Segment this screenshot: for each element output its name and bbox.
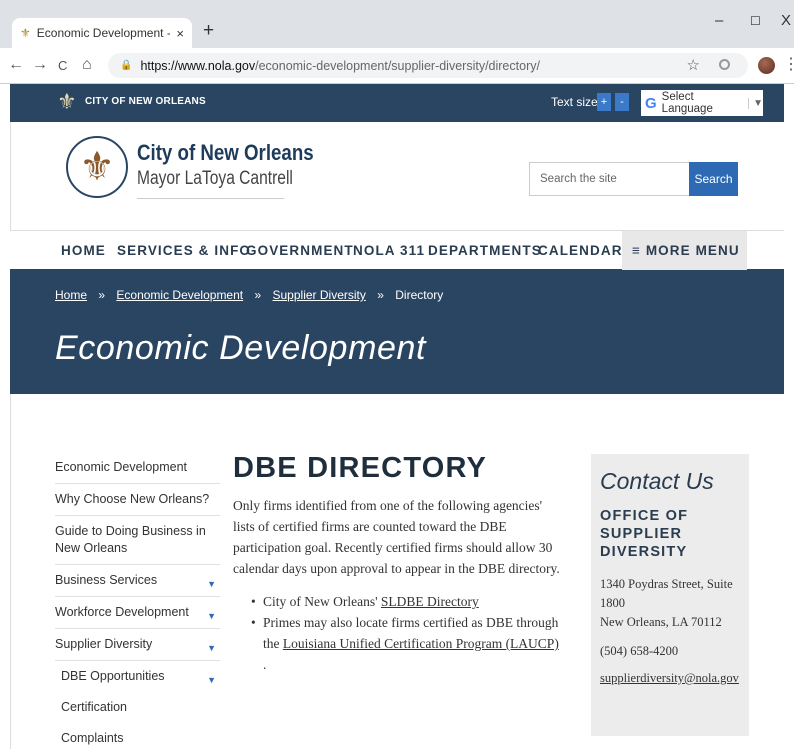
nav-nola-311[interactable]: NOLA 311 xyxy=(353,243,425,258)
site-title[interactable]: City of New Orleans xyxy=(137,140,314,166)
city-seal-logo[interactable]: ⚜ xyxy=(66,136,128,198)
chevron-down-icon[interactable]: ▼ xyxy=(207,640,216,657)
chevron-down-icon[interactable]: ▼ xyxy=(207,672,216,689)
sidebar-item-label: DBE Opportunities xyxy=(61,669,165,683)
content-heading: DBE DIRECTORY xyxy=(233,452,488,484)
more-menu-button[interactable]: ≡ MORE MENU xyxy=(622,231,747,270)
address-line-1: 1340 Poydras Street, Suite 1800 xyxy=(600,577,733,610)
phone-number[interactable]: (504) 658-4200 xyxy=(600,642,740,661)
text-size-decrease-button[interactable]: - xyxy=(615,93,629,111)
search-button[interactable]: Search xyxy=(689,162,738,196)
sidebar-item-label: Certification xyxy=(61,700,127,714)
bullet-text: City of New Orleans' xyxy=(263,594,381,609)
nav-home[interactable]: HOME xyxy=(61,243,106,258)
fleur-de-lis-favicon-icon: ⚜ xyxy=(20,26,31,40)
nav-calendar[interactable]: CALENDAR xyxy=(538,243,623,258)
site-top-bar: ⚜ CITY OF NEW ORLEANS Text size + - G Se… xyxy=(10,84,784,122)
breadcrumb-current: Directory xyxy=(395,288,444,302)
home-icon[interactable]: ⌂ xyxy=(82,56,92,74)
content-area: Economic Development Why Choose New Orle… xyxy=(10,394,784,749)
site-header: ⚜ City of New Orleans Mayor LaToya Cantr… xyxy=(10,122,784,230)
sidebar-item-economic-development[interactable]: Economic Development xyxy=(55,452,220,484)
sidebar-item-business-services[interactable]: Business Services ▼ xyxy=(55,565,220,597)
bookmark-star-icon[interactable]: ☆ xyxy=(687,56,700,74)
chevron-down-icon[interactable]: ▼ xyxy=(207,608,216,625)
sidebar-nav: Economic Development Why Choose New Orle… xyxy=(55,452,220,749)
browser-menu-icon[interactable]: ⋮ xyxy=(783,54,794,74)
email-link[interactable]: supplierdiversity@nola.gov xyxy=(600,671,740,686)
close-window-button[interactable]: X xyxy=(781,12,791,29)
contact-box: Contact Us OFFICE OF SUPPLIER DIVERSITY … xyxy=(591,454,749,736)
text-size-increase-button[interactable]: + xyxy=(597,93,611,111)
main-nav: HOME SERVICES & INFO GOVERNMENT NOLA 311… xyxy=(10,230,784,272)
sidebar-item-label: Business Services xyxy=(55,573,158,587)
sidebar-item-complaints[interactable]: Complaints xyxy=(55,723,220,749)
tab-title: Economic Development - Suppli xyxy=(36,26,171,40)
lock-icon: 🔒 xyxy=(120,60,133,71)
breadcrumb-separator: » xyxy=(377,288,384,302)
language-select[interactable]: G Select Language ▼ xyxy=(641,90,763,116)
google-icon: G xyxy=(645,94,657,112)
top-bar-city-name[interactable]: CITY OF NEW ORLEANS xyxy=(85,96,206,107)
breadcrumb-supplier-diversity[interactable]: Supplier Diversity xyxy=(273,288,366,302)
new-tab-button[interactable]: + xyxy=(203,20,214,42)
address-line-2: New Orleans, LA 70112 xyxy=(600,615,722,629)
url-host: https://www.nola.gov xyxy=(140,58,256,73)
office-name: OFFICE OF SUPPLIER DIVERSITY xyxy=(600,508,689,560)
url-path: /economic-development/supplier-diversity… xyxy=(255,58,540,73)
address-bar-row: ← → C ⌂ 🔒 https://www.nola.gov/economic-… xyxy=(0,48,794,84)
sidebar-item-dbe-opportunities[interactable]: DBE Opportunities ▼ xyxy=(55,661,220,692)
sidebar-item-label: Complaints xyxy=(61,731,124,745)
browser-tabbar: ⚜ Economic Development - Suppli × + – ☐ … xyxy=(0,0,794,48)
back-icon[interactable]: ← xyxy=(8,56,24,74)
nav-departments[interactable]: DEPARTMENTS xyxy=(428,243,542,258)
maximize-button[interactable]: ☐ xyxy=(750,14,761,28)
url-input[interactable]: 🔒 https://www.nola.gov/economic-developm… xyxy=(108,53,748,78)
reload-icon[interactable]: C xyxy=(58,58,67,73)
title-divider xyxy=(137,198,284,199)
search-input[interactable]: Search the site xyxy=(529,162,689,196)
sidebar-item-workforce-development[interactable]: Workforce Development ▼ xyxy=(55,597,220,629)
sidebar-item-supplier-diversity[interactable]: Supplier Diversity ▼ xyxy=(55,629,220,661)
breadcrumb-economic-development[interactable]: Economic Development xyxy=(116,288,243,302)
sidebar-item-label: Workforce Development xyxy=(55,605,189,619)
intro-paragraph: Only firms identified from one of the fo… xyxy=(233,498,560,576)
site-subtitle: Mayor LaToya Cantrell xyxy=(137,168,293,189)
nav-services-info[interactable]: SERVICES & INFO xyxy=(117,243,251,258)
extension-icon[interactable] xyxy=(719,59,730,70)
more-menu-label: ≡ MORE MENU xyxy=(632,243,740,258)
contact-title: Contact Us xyxy=(600,468,714,494)
nav-government[interactable]: GOVERNMENT xyxy=(246,243,354,258)
sidebar-item-label: Guide to Doing Business in New Orleans xyxy=(55,524,206,555)
fleur-de-lis-logo-icon[interactable]: ⚜ xyxy=(57,90,81,114)
chevron-down-icon: ▼ xyxy=(748,97,763,109)
browser-tab[interactable]: ⚜ Economic Development - Suppli × xyxy=(12,18,192,48)
forward-icon[interactable]: → xyxy=(32,56,48,74)
text-size-label: Text size xyxy=(551,95,598,109)
sidebar-item-label: Why Choose New Orleans? xyxy=(55,492,210,506)
tab-close-icon[interactable]: × xyxy=(176,26,184,41)
sidebar-item-certification[interactable]: Certification xyxy=(55,692,220,723)
breadcrumb-home[interactable]: Home xyxy=(55,288,87,302)
resource-list: City of New Orleans' SLDBE Directory Pri… xyxy=(233,591,563,675)
page-title: Economic Development xyxy=(55,329,427,367)
bullet-end: . xyxy=(263,657,267,672)
chevron-down-icon[interactable]: ▼ xyxy=(207,576,216,593)
sldbe-directory-link[interactable]: SLDBE Directory xyxy=(381,594,479,609)
breadcrumb: Home » Economic Development » Supplier D… xyxy=(55,288,443,302)
sidebar-item-label: Supplier Diversity xyxy=(55,637,153,651)
sidebar-item-label: Economic Development xyxy=(55,460,188,474)
language-label: Select Language xyxy=(661,91,713,115)
breadcrumb-separator: » xyxy=(254,288,262,302)
sidebar-item-why-choose[interactable]: Why Choose New Orleans? xyxy=(55,484,220,516)
breadcrumb-separator: » xyxy=(98,288,106,302)
minimize-button[interactable]: – xyxy=(715,12,723,29)
main-content: DBE DIRECTORY Only firms identified from… xyxy=(233,452,563,675)
sidebar-item-guide[interactable]: Guide to Doing Business in New Orleans xyxy=(55,516,220,565)
laucp-link[interactable]: Louisiana Unified Certification Program … xyxy=(283,636,559,651)
list-item: Primes may also locate firms certified a… xyxy=(251,612,563,675)
profile-avatar[interactable] xyxy=(758,57,775,74)
list-item: City of New Orleans' SLDBE Directory xyxy=(251,591,563,612)
page-banner: Home » Economic Development » Supplier D… xyxy=(10,272,784,394)
